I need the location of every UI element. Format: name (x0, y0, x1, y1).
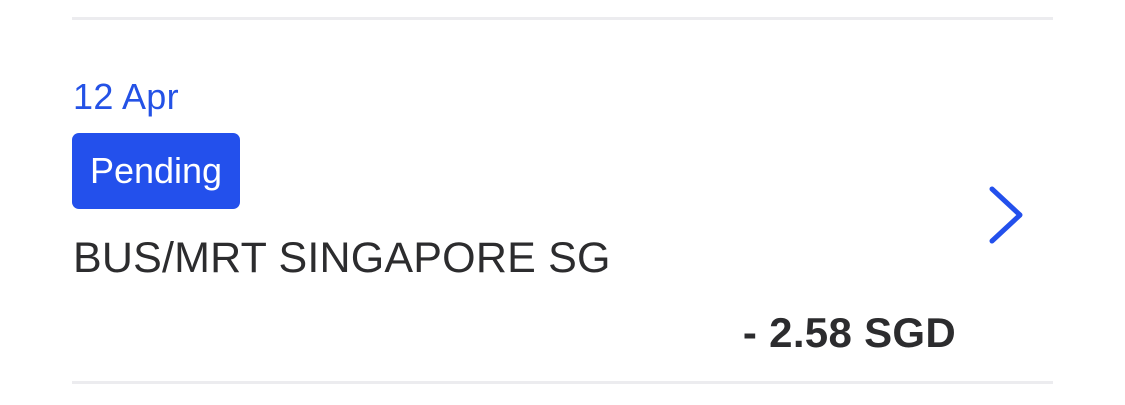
transaction-amount: - 2.58 SGD (742, 309, 956, 356)
bottom-divider (72, 381, 1053, 384)
transaction-date: 12 Apr (73, 76, 179, 117)
transaction-list-item[interactable]: 12 Apr Pending BUS/MRT SINGAPORE SG - 2.… (0, 20, 1125, 381)
merchant-name: BUS/MRT SINGAPORE SG (73, 234, 611, 282)
chevron-right-icon[interactable] (982, 183, 1032, 247)
status-badge: Pending (72, 133, 240, 209)
